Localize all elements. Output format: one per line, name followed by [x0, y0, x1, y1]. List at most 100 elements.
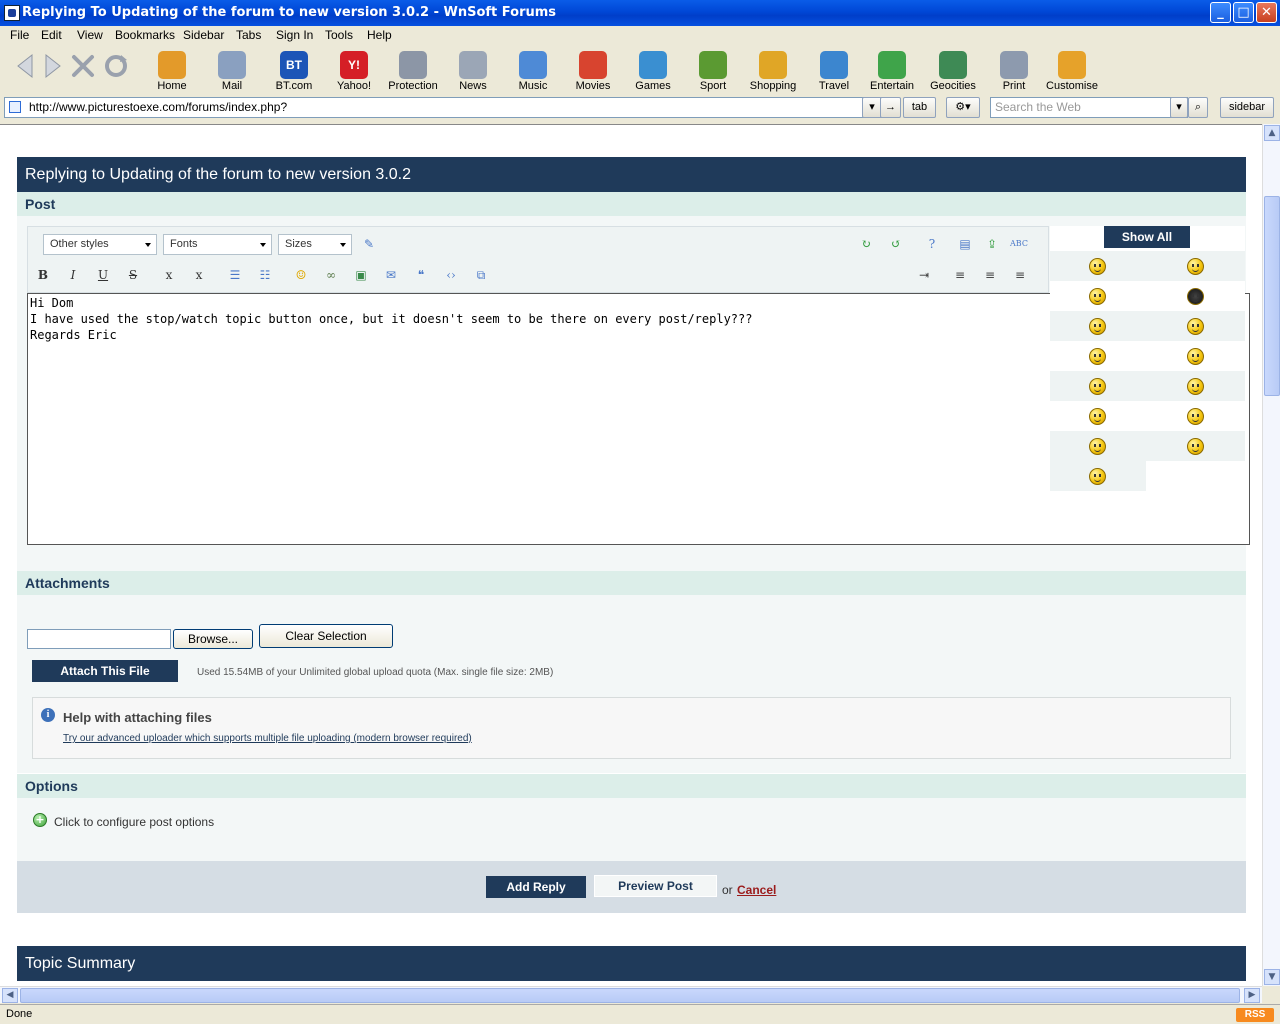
smiley-icon[interactable]	[1089, 288, 1106, 305]
toolbar-button-geocities[interactable]: Geocities	[924, 49, 982, 93]
indent-icon[interactable]: ⇥	[915, 266, 933, 284]
reload-icon[interactable]	[103, 51, 129, 81]
menu-edit[interactable]: Edit	[41, 28, 62, 42]
smiley-icon[interactable]	[1187, 348, 1204, 365]
toolbar-button-mail[interactable]: Mail	[203, 49, 261, 93]
add-reply-button[interactable]: Add Reply	[486, 876, 586, 898]
search-icon[interactable]: ⌕	[1188, 97, 1208, 118]
expand-icon[interactable]: +	[33, 813, 47, 827]
help-icon[interactable]: ?	[923, 235, 941, 253]
smiley-icon[interactable]	[1187, 408, 1204, 425]
style-select[interactable]: Other styles	[43, 234, 157, 255]
search-engine-button[interactable]: ⚙▾	[946, 97, 980, 118]
smiley-icon[interactable]	[1187, 438, 1204, 455]
toolbar-button-home[interactable]: Home	[143, 49, 201, 93]
toolbar-button-customise[interactable]: Customise	[1043, 49, 1101, 93]
smiley-icon[interactable]	[1089, 318, 1106, 335]
scroll-down-icon[interactable]: ▼	[1264, 969, 1280, 985]
smiley-icon[interactable]	[1089, 378, 1106, 395]
advanced-uploader-link[interactable]: Try our advanced uploader which supports…	[63, 733, 472, 744]
rss-icon[interactable]: RSS	[1236, 1008, 1274, 1022]
toolbar-button-protection[interactable]: Protection	[384, 49, 442, 93]
close-button[interactable]: ✕	[1256, 2, 1277, 23]
align-left-icon[interactable]: ≡	[951, 266, 969, 284]
toolbar-button-news[interactable]: News	[444, 49, 502, 93]
menu-help[interactable]: Help	[367, 28, 392, 42]
spellcheck-icon[interactable]: ABC	[1010, 235, 1028, 253]
cancel-link[interactable]: Cancel	[737, 883, 776, 897]
numbered-list-icon[interactable]: ☷	[256, 266, 274, 284]
back-icon[interactable]	[12, 51, 38, 81]
preview-post-button[interactable]: Preview Post	[594, 875, 717, 897]
configure-options-link[interactable]: Click to configure post options	[54, 815, 214, 829]
smiley-icon[interactable]	[1089, 408, 1106, 425]
menu-file[interactable]: File	[10, 28, 29, 42]
bold-button[interactable]: B	[34, 266, 52, 284]
subscript-button[interactable]: x	[160, 266, 178, 284]
horizontal-scrollbar[interactable]: ◀ ▶	[0, 986, 1262, 1003]
upload-icon[interactable]: ⇪	[983, 235, 1001, 253]
menu-tabs[interactable]: Tabs	[236, 28, 261, 42]
menu-view[interactable]: View	[77, 28, 103, 42]
vertical-scrollbar[interactable]: ▲ ▼	[1262, 124, 1280, 986]
link-icon[interactable]: ∞	[322, 266, 340, 284]
menu-signin[interactable]: Sign In	[276, 28, 313, 42]
redo-icon[interactable]: ↺	[887, 235, 905, 253]
show-all-button[interactable]: Show All	[1104, 226, 1190, 248]
minimize-button[interactable]: _	[1210, 2, 1231, 23]
code-icon[interactable]: ‹›	[442, 266, 460, 284]
remove-format-icon[interactable]: ✎	[360, 235, 378, 253]
hscroll-thumb[interactable]	[20, 988, 1240, 1003]
bullet-list-icon[interactable]: ☰	[226, 266, 244, 284]
font-select[interactable]: Fonts	[163, 234, 272, 255]
toolbar-button-travel[interactable]: Travel	[805, 49, 863, 93]
smiley-icon[interactable]	[1089, 348, 1106, 365]
emoticon-icon[interactable]: ☺	[292, 266, 310, 284]
smiley-icon[interactable]	[1089, 258, 1106, 275]
smiley-icon[interactable]	[1089, 468, 1106, 485]
scroll-right-icon[interactable]: ▶	[1244, 988, 1260, 1003]
insert-doc-icon[interactable]: ▤	[956, 235, 974, 253]
menu-sidebar[interactable]: Sidebar	[183, 28, 224, 42]
smiley-icon[interactable]	[1187, 378, 1204, 395]
browse-button[interactable]: Browse...	[173, 629, 253, 649]
smiley-icon[interactable]	[1187, 288, 1204, 305]
media-icon[interactable]: ⧉	[472, 266, 490, 284]
clear-selection-button[interactable]: Clear Selection	[259, 624, 393, 648]
align-center-icon[interactable]: ≡	[981, 266, 999, 284]
scroll-left-icon[interactable]: ◀	[2, 988, 18, 1003]
toolbar-button-shopping[interactable]: Shopping	[744, 49, 802, 93]
quote-icon[interactable]: ❝	[412, 266, 430, 284]
sidebar-button[interactable]: sidebar	[1220, 97, 1274, 118]
toolbar-button-sport[interactable]: Sport	[684, 49, 742, 93]
go-button[interactable]: →	[880, 97, 901, 118]
toolbar-button-entertain[interactable]: Entertain	[863, 49, 921, 93]
strike-button[interactable]: S	[124, 266, 142, 284]
toolbar-button-movies[interactable]: Movies	[564, 49, 622, 93]
stop-icon[interactable]	[70, 51, 96, 81]
attach-file-button[interactable]: Attach This File	[32, 660, 178, 682]
undo-icon[interactable]: ↻	[857, 235, 875, 253]
toolbar-button-games[interactable]: Games	[624, 49, 682, 93]
toolbar-button-yahoo[interactable]: Y! Yahoo!	[325, 49, 383, 93]
maximize-button[interactable]: □	[1233, 2, 1254, 23]
menu-tools[interactable]: Tools	[325, 28, 353, 42]
address-bar[interactable]: http://www.picturestoexe.com/forums/inde…	[4, 97, 882, 118]
web-search-input[interactable]: Search the Web	[990, 97, 1188, 118]
tab-button[interactable]: tab	[903, 97, 936, 118]
toolbar-button-music[interactable]: Music	[504, 49, 562, 93]
forward-icon[interactable]	[40, 51, 66, 81]
smiley-icon[interactable]	[1089, 438, 1106, 455]
search-dropdown-button[interactable]: ▾	[1170, 97, 1188, 118]
email-icon[interactable]: ✉	[382, 266, 400, 284]
menu-bookmarks[interactable]: Bookmarks	[115, 28, 175, 42]
image-icon[interactable]: ▣	[352, 266, 370, 284]
italic-button[interactable]: I	[64, 266, 82, 284]
file-path-input[interactable]	[27, 629, 171, 649]
underline-button[interactable]: U	[94, 266, 112, 284]
align-right-icon[interactable]: ≡	[1011, 266, 1029, 284]
address-dropdown-button[interactable]: ▾	[862, 97, 882, 118]
scroll-thumb[interactable]	[1264, 196, 1280, 396]
size-select[interactable]: Sizes	[278, 234, 352, 255]
superscript-button[interactable]: x	[190, 266, 208, 284]
